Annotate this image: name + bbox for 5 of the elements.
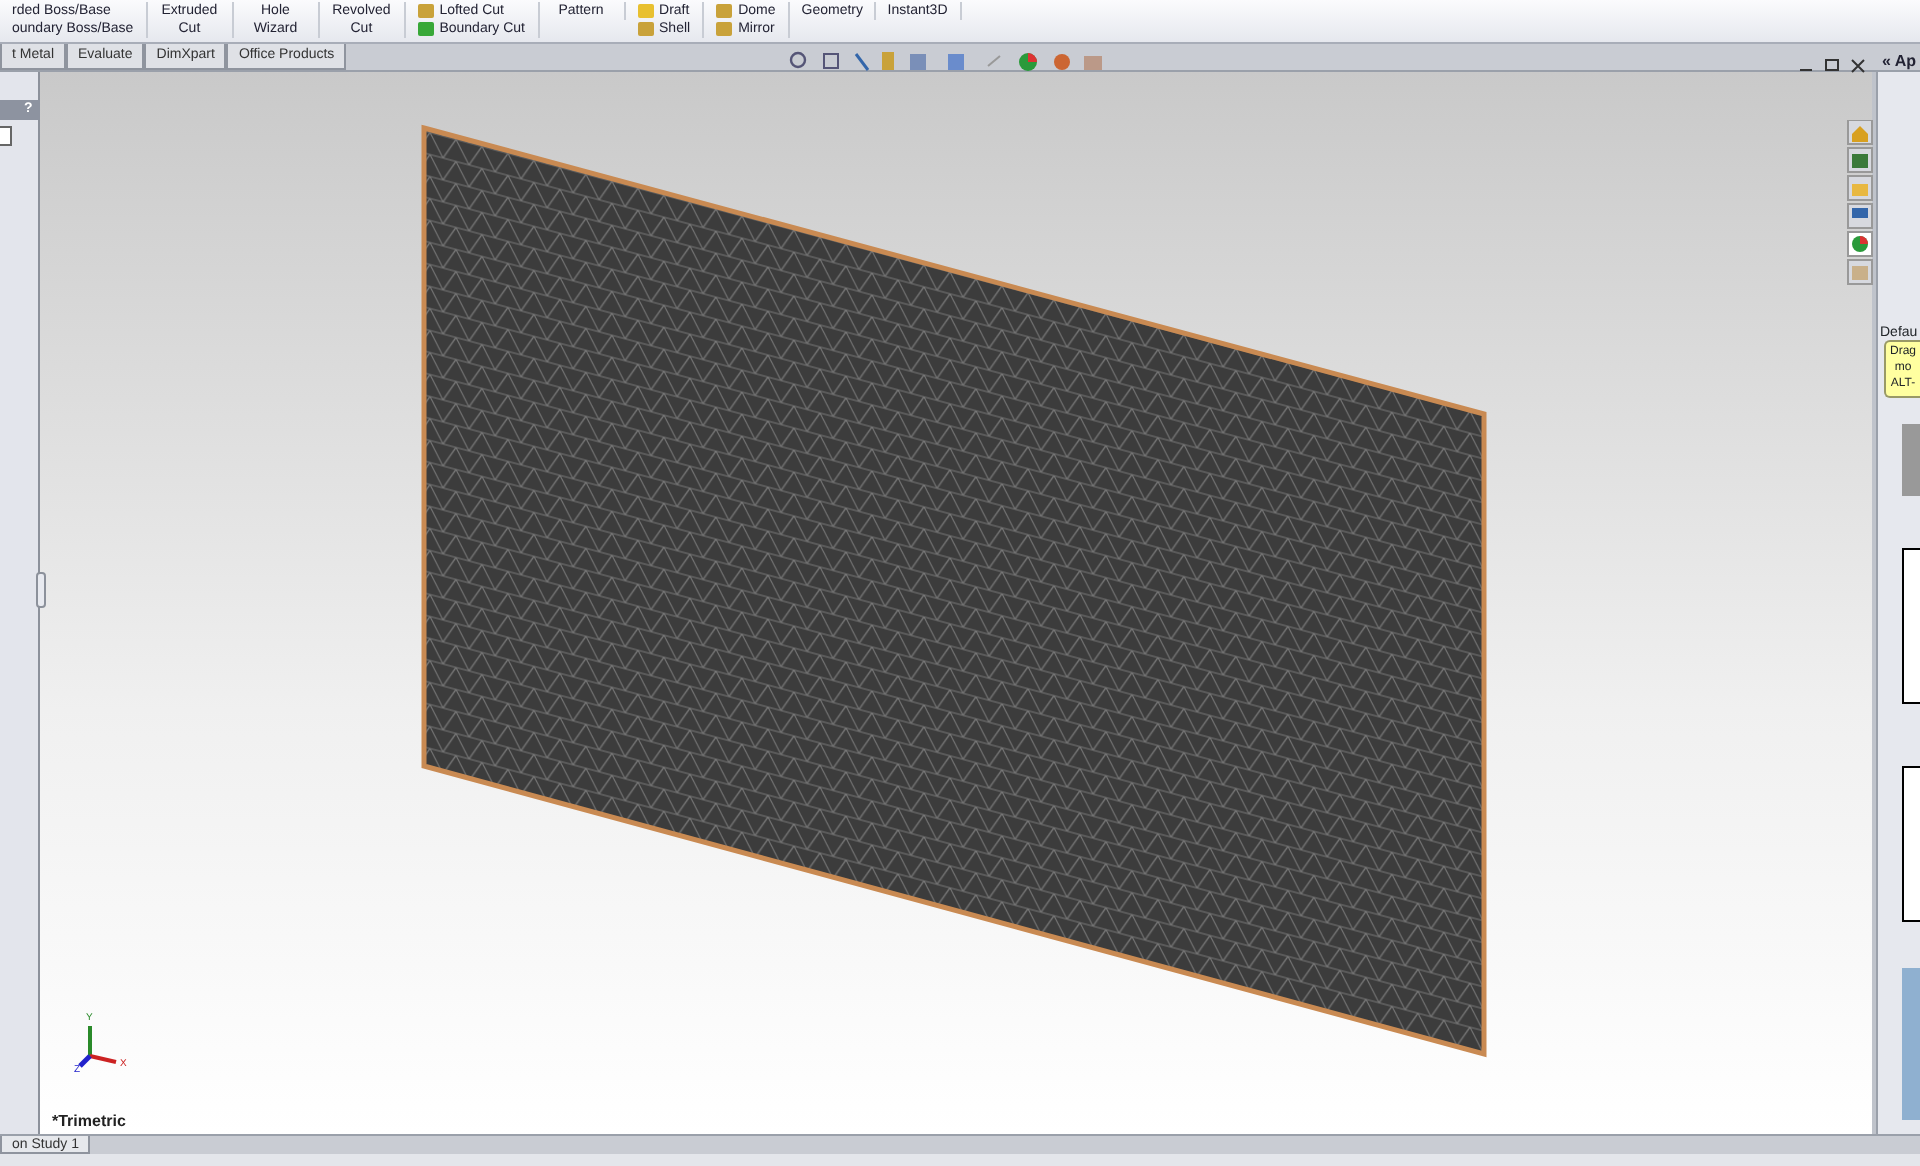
window-controls[interactable] (1796, 58, 1868, 74)
photo-placeholder (1902, 424, 1920, 496)
dropdown-field[interactable] (0, 126, 12, 146)
view-orientation-label: *Trimetric (52, 1110, 126, 1134)
task-pane-title[interactable]: « Ap (1882, 50, 1917, 74)
